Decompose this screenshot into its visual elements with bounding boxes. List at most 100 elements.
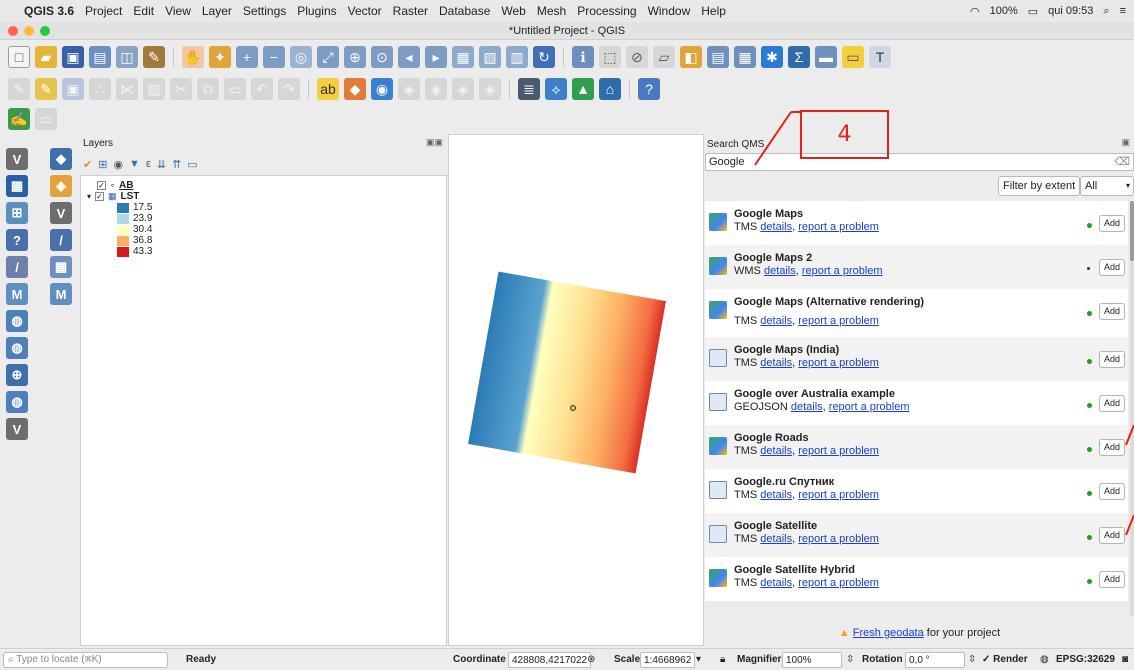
db-manager-icon[interactable]: ≣ [518,78,540,100]
spotlight-search-icon[interactable]: ⌕ [1103,5,1109,18]
zoom-selection-icon[interactable]: ⊕ [344,46,366,68]
filter-legend-icon[interactable]: ▼ [129,158,140,170]
zoom-last-icon[interactable]: ◂ [398,46,420,68]
toolbox-icon[interactable]: ✱ [761,46,783,68]
scale-chevron-down-icon[interactable]: ▾ [696,652,701,668]
layer-row-lst[interactable]: ▾ ✓ ▦ LST [87,191,440,202]
menu-plugins[interactable]: Plugins [297,4,336,18]
menu-mesh[interactable]: Mesh [537,4,566,18]
zoom-full-icon[interactable]: ⤢ [317,46,339,68]
add-geonode-layer-icon[interactable]: ▦ [50,256,72,278]
panel-float-icon[interactable]: ▣ [1121,137,1130,148]
pan-map-icon[interactable]: ✋ [182,46,204,68]
layer-visibility-checkbox[interactable]: ✓ [95,192,105,201]
vertex-tool-icon[interactable]: ⋉ [116,78,138,100]
zoom-out-icon[interactable]: − [263,46,285,68]
magnifier-stepper-icon[interactable]: ⇳ [846,652,854,668]
add-spatialite-layer-icon[interactable]: / [6,256,28,278]
add-vector-tile-layer-icon[interactable]: M [50,283,72,305]
undo-icon[interactable]: ↶ [251,78,273,100]
collapse-all-icon[interactable]: ⇈ [172,158,181,171]
grass-tools-icon[interactable]: ▲ [572,78,594,100]
save-edits-icon[interactable]: ▣ [62,78,84,100]
add-group-icon[interactable]: ⊞ [98,158,107,171]
python-console-icon[interactable]: ⟡ [545,78,567,100]
map-canvas[interactable] [448,134,704,646]
save-project-icon[interactable]: ▣ [62,46,84,68]
add-db2-layer-icon[interactable]: V [50,202,72,224]
add-arcgis-layer-icon[interactable]: ◍ [6,391,28,413]
current-edits-icon[interactable]: ✎ [8,78,30,100]
toggle-extents-icon[interactable]: ⊛ [587,652,595,668]
layer-row-ab[interactable]: ✓ ∘ AB [97,180,440,191]
add-service-button[interactable]: Add [1099,527,1125,544]
attribute-table-icon[interactable]: ▤ [707,46,729,68]
report-problem-link[interactable]: report a problem [798,445,879,457]
menu-project[interactable]: Project [85,4,122,18]
menu-app-name[interactable]: QGIS 3.6 [24,4,74,18]
service-row[interactable]: Google over Australia example GEOJSON de… [705,381,1128,425]
save-as-icon[interactable]: ▤ [89,46,111,68]
add-virtual-layer-icon[interactable]: M [6,283,28,305]
menu-help[interactable]: Help [701,4,726,18]
map-tips-icon[interactable]: ▭ [842,46,864,68]
zoom-native-icon[interactable]: ◎ [290,46,312,68]
add-service-button[interactable]: Add [1099,215,1125,232]
add-wfs-layer-icon[interactable]: ⊕ [6,364,28,386]
refresh-icon[interactable]: ↻ [533,46,555,68]
open-project-icon[interactable]: ▰ [35,46,57,68]
report-problem-link[interactable]: report a problem [798,221,879,233]
minimize-window-button[interactable] [24,26,34,36]
report-problem-link[interactable]: report a problem [798,315,879,327]
add-postgis-layer-icon[interactable]: ◆ [50,148,72,170]
service-row[interactable]: Google Maps (Alternative rendering) TMS … [705,289,1128,337]
details-link[interactable]: details [760,445,792,457]
crs-button[interactable]: EPSG:32629 [1056,652,1115,668]
change-label-icon[interactable]: ◈ [452,78,474,100]
add-oracle-layer-icon[interactable]: ◈ [50,175,72,197]
layout-manager-icon[interactable]: ✎ [143,46,165,68]
add-service-button[interactable]: Add [1099,303,1125,320]
lock-icon[interactable]: 🔒︎ [720,652,725,668]
manage-themes-icon[interactable]: ◉ [113,158,123,171]
menu-view[interactable]: View [165,4,191,18]
add-mesh-layer-icon[interactable]: ⊞ [6,202,28,224]
add-service-button[interactable]: Add [1099,395,1125,412]
magnifier-field[interactable]: 100% [782,652,842,668]
temporal-controller-icon[interactable]: ▥ [506,46,528,68]
filter-select[interactable]: All ▾ [1080,176,1134,196]
zoom-next-icon[interactable]: ▸ [425,46,447,68]
qms-extra-icon[interactable]: ▭ [35,108,57,130]
add-raster-layer-icon[interactable]: ▦ [6,175,28,197]
coordinate-field[interactable]: 428808,4217022 [508,652,592,668]
details-link[interactable]: details [760,489,792,501]
menu-database[interactable]: Database [439,4,490,18]
field-calculator-icon[interactable]: ▦ [734,46,756,68]
battery-icon[interactable]: ▭ [1028,5,1038,18]
messages-icon[interactable]: ◙ [1122,652,1128,668]
text-annotation-icon[interactable]: T [869,46,891,68]
service-row[interactable]: Google.ru Спутник TMS details, report a … [705,469,1128,513]
add-service-button[interactable]: Add [1099,571,1125,588]
panel-float-close-icon[interactable]: ▣▣ [426,137,443,148]
service-row[interactable]: Google Satellite TMS details, report a p… [705,513,1128,557]
pan-to-selection-icon[interactable]: ✦ [209,46,231,68]
add-service-button[interactable]: Add [1099,439,1125,456]
graphical-modeler-icon[interactable]: ⌂ [599,78,621,100]
add-service-button[interactable]: Add [1099,351,1125,368]
new-3d-map-view-icon[interactable]: ▧ [479,46,501,68]
menu-settings[interactable]: Settings [243,4,286,18]
cut-features-icon[interactable]: ✂ [170,78,192,100]
locator-search-input[interactable]: ⌕ Type to locate (⌘K) [3,652,168,668]
menu-layer[interactable]: Layer [202,4,232,18]
new-project-icon[interactable]: □ [8,46,30,68]
render-checkbox[interactable]: ✓ Render [982,652,1028,668]
print-layout-icon[interactable]: ◫ [116,46,138,68]
deselect-features-icon[interactable]: ⊘ [626,46,648,68]
identify-features-icon[interactable]: ℹ [572,46,594,68]
menu-processing[interactable]: Processing [577,4,636,18]
add-service-button[interactable]: Add [1099,259,1125,276]
service-row[interactable]: Google Maps (India) TMS details, report … [705,337,1128,381]
statistical-summary-icon[interactable]: Σ [788,46,810,68]
details-link[interactable]: details [760,315,792,327]
